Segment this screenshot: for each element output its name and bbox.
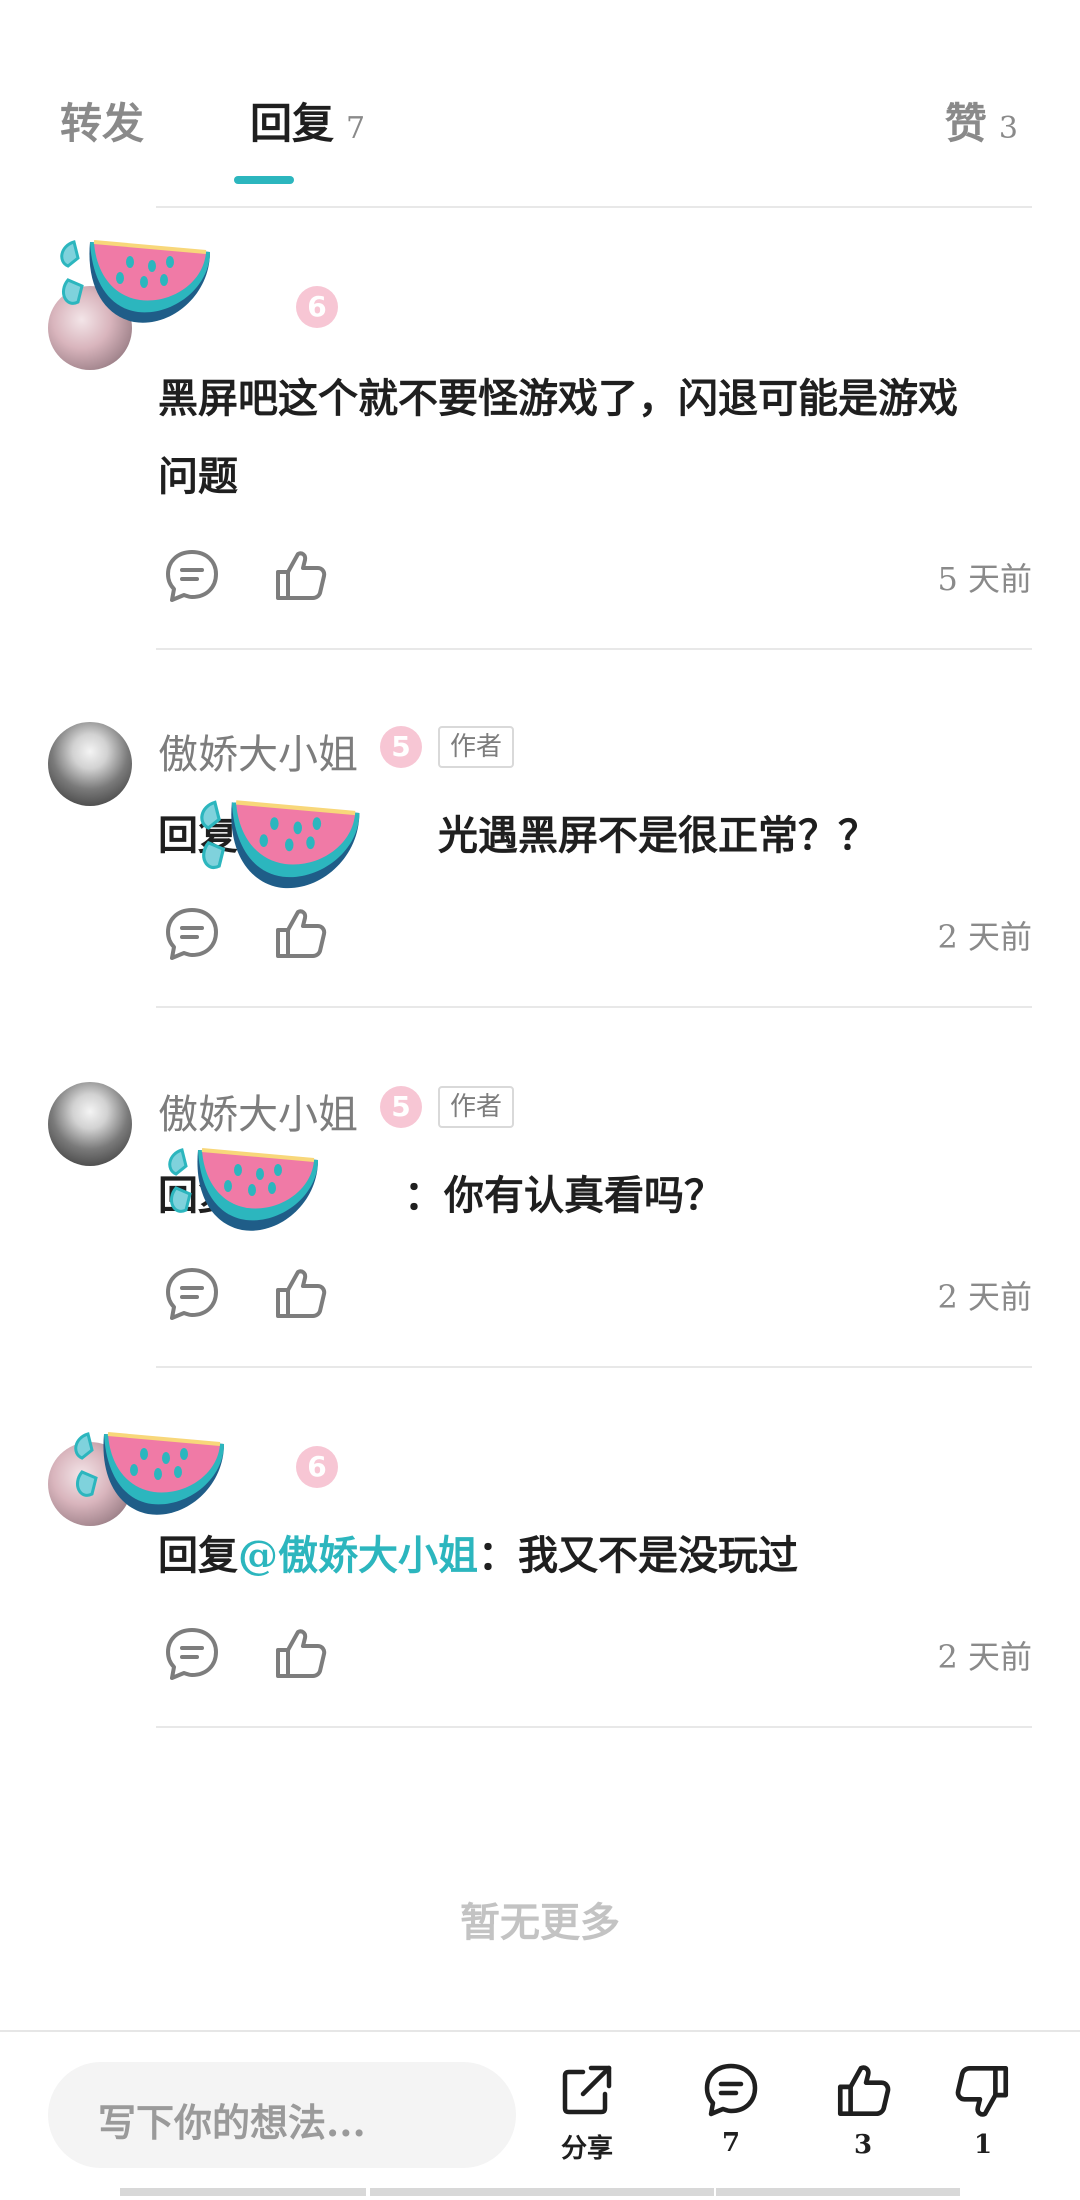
tab-like[interactable]: 赞3 [945, 90, 1018, 151]
tab-like-count: 3 [998, 111, 1018, 146]
divider [156, 1726, 1032, 1728]
comment-icon [704, 2063, 758, 2117]
reply-icon[interactable] [162, 1264, 222, 1324]
comment-content[interactable]: 黑屏吧这个就不要怪游戏了，闪退可能是游戏 问题 [158, 360, 1018, 516]
divider [156, 1006, 1032, 1008]
comment-text: ：你有认真看吗？ [404, 1172, 724, 1219]
comment-actions: 2 天前 [158, 904, 1032, 964]
divider [156, 206, 1032, 208]
reply-icon[interactable] [162, 904, 222, 964]
comment-line: 问题 [158, 453, 238, 500]
tab-reply-count: 7 [346, 111, 366, 146]
tab-like-label: 赞 [944, 99, 987, 148]
scroll-indicator [370, 2188, 714, 2196]
dislike-button[interactable]: 1 [938, 2060, 1028, 2160]
mention-link[interactable]: @傲娇大小姐 [238, 1532, 478, 1579]
comment-text: 光遇黑屏不是很正常？？ [438, 812, 878, 859]
reply-prefix: 回复 [158, 1532, 238, 1579]
comment-time: 2 天前 [937, 1278, 1032, 1316]
tab-reply[interactable]: 回复 7 [250, 90, 365, 151]
like-icon[interactable] [270, 904, 330, 964]
scroll-indicator [120, 2188, 366, 2196]
tab-indicator [234, 176, 294, 184]
divider [0, 2030, 1080, 2032]
tab-forward[interactable]: 转发 [60, 90, 144, 151]
comment-actions: 2 天前 [158, 1264, 1032, 1324]
thumbs-down-icon [955, 2065, 1009, 2117]
thumbs-up-icon [837, 2065, 891, 2117]
comment-input[interactable]: 写下你的想法... [48, 2062, 516, 2168]
like-count: 3 [853, 2130, 873, 2160]
watermelon-sticker-icon [200, 796, 370, 898]
comment-line: 黑屏吧这个就不要怪游戏了，闪退可能是游戏 [158, 375, 958, 422]
share-button[interactable]: 分享 [542, 2060, 632, 2165]
comment-time: 5 天前 [937, 560, 1032, 598]
comment-text: ：我又不是没玩过 [478, 1532, 798, 1579]
comment-time: 2 天前 [937, 918, 1032, 956]
share-label: 分享 [560, 2134, 613, 2164]
comment-count-button[interactable]: 7 [686, 2060, 776, 2158]
author-tag: 作者 [438, 726, 515, 768]
no-more-label: 暂无更多 [460, 1899, 620, 1946]
like-icon[interactable] [270, 1264, 330, 1324]
comment-actions: 2 天前 [158, 1624, 1032, 1684]
scroll-indicator [716, 2188, 960, 2196]
like-button[interactable]: 3 [818, 2060, 908, 2160]
level-badge: 5 [380, 726, 422, 768]
tab-reply-label: 回复 [250, 99, 335, 148]
reply-icon[interactable] [162, 546, 222, 606]
comment-username[interactable]: 傲娇大小姐 [158, 722, 358, 780]
divider [156, 648, 1032, 650]
like-icon[interactable] [270, 1624, 330, 1684]
avatar[interactable] [48, 722, 132, 806]
level-badge: 5 [380, 1086, 422, 1128]
comment-username[interactable]: 傲娇大小姐 [158, 1082, 358, 1140]
comment-count: 7 [721, 2128, 741, 2158]
tab-forward-label: 转发 [60, 99, 145, 148]
reply-tabs: 转发 回复 7 赞3 [0, 90, 1080, 180]
watermelon-sticker-icon [60, 240, 212, 325]
author-tag: 作者 [438, 1086, 515, 1128]
reply-icon[interactable] [162, 1624, 222, 1684]
divider [156, 1366, 1032, 1368]
avatar[interactable] [48, 1082, 132, 1166]
dislike-count: 1 [973, 2130, 993, 2160]
comment-content[interactable]: 回复@傲娇大小姐：我又不是没玩过 [158, 1516, 1018, 1596]
watermelon-sticker-icon [168, 1148, 320, 1233]
level-badge: 6 [296, 1446, 338, 1488]
comment-input-placeholder: 写下你的想法... [98, 2100, 366, 2145]
comment-time: 2 天前 [937, 1638, 1032, 1676]
level-badge: 6 [296, 286, 338, 328]
like-icon[interactable] [270, 546, 330, 606]
share-icon [562, 2065, 612, 2115]
comment-actions: 5 天前 [158, 546, 1032, 606]
watermelon-sticker-icon [74, 1432, 226, 1517]
